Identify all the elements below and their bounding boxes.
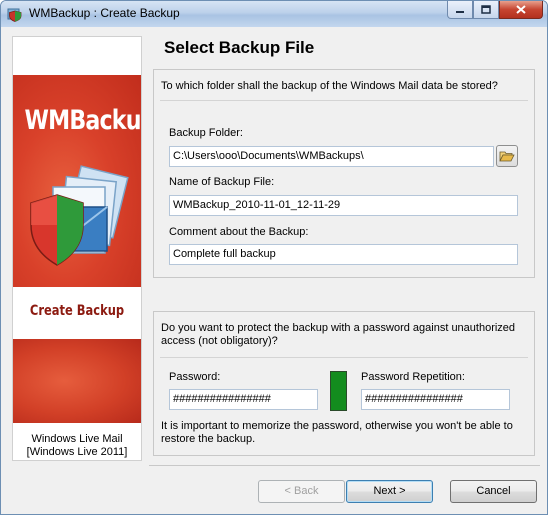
password-repeat-label: Password Repetition:	[361, 371, 465, 383]
browse-folder-button[interactable]	[496, 145, 518, 167]
wizard-window: WMBackup : Create Backup WMBackup	[0, 0, 548, 515]
cancel-button[interactable]: Cancel	[450, 480, 537, 503]
password-label: Password:	[169, 371, 221, 383]
backup-name-field[interactable]: WMBackup_2010-11-01_12-11-29	[169, 195, 518, 216]
caption-buttons	[447, 1, 543, 20]
password-question-line2: access (not obligatory)?	[161, 335, 278, 347]
password-question-line1: Do you want to protect the backup with a…	[161, 322, 516, 334]
comment-label: Comment about the Backup:	[169, 226, 309, 238]
group-divider	[160, 357, 528, 358]
product-name: Windows Live Mail	[31, 433, 123, 445]
password-note-line1: It is important to memorize the password…	[161, 420, 513, 432]
group-divider	[160, 100, 528, 101]
shield-mail-icon	[30, 165, 129, 266]
next-button[interactable]: Next >	[346, 480, 433, 503]
minimize-icon	[456, 10, 464, 13]
folder-open-icon	[499, 151, 515, 162]
backup-location-group: To which folder shall the backup of the …	[153, 69, 535, 278]
password-group: Do you want to protect the backup with a…	[153, 311, 535, 456]
close-button[interactable]	[499, 1, 543, 19]
banner-top-panel: WMBackup	[13, 75, 141, 287]
product-version: [Windows Live 2011]	[26, 446, 128, 458]
backup-folder-label: Backup Folder:	[169, 127, 243, 139]
password-match-indicator	[330, 371, 347, 411]
banner-subtitle: Create Backup	[29, 303, 125, 319]
wizard-content: WMBackup Create Backup Windows Live Mail…	[7, 31, 542, 511]
backup-name-label: Name of Backup File:	[169, 176, 275, 188]
password-note-line2: restore the backup.	[161, 433, 256, 445]
wmbackup-app-icon	[7, 8, 22, 22]
page-title: Select Backup File	[164, 38, 315, 57]
back-button[interactable]: < Back	[258, 480, 345, 503]
side-banner: WMBackup Create Backup Windows Live Mail…	[12, 36, 142, 461]
backup-folder-field[interactable]: C:\Users\ooo\Documents\WMBackups\	[169, 146, 494, 167]
banner-brand: WMBackup	[24, 105, 141, 136]
location-question: To which folder shall the backup of the …	[161, 80, 498, 92]
comment-field[interactable]: Complete full backup	[169, 244, 518, 265]
maximize-icon	[481, 5, 491, 14]
title-bar[interactable]: WMBackup : Create Backup	[1, 1, 547, 27]
password-field[interactable]: ################	[169, 389, 318, 410]
password-repeat-field[interactable]: ################	[361, 389, 510, 410]
footer-divider	[149, 465, 540, 466]
close-icon	[516, 5, 526, 14]
banner-footer: Windows Live Mail [Windows Live 2011]	[13, 433, 141, 459]
minimize-button[interactable]	[447, 1, 473, 19]
maximize-button[interactable]	[473, 1, 499, 19]
banner-bottom-panel	[13, 339, 141, 423]
window-title: WMBackup : Create Backup	[29, 6, 180, 20]
